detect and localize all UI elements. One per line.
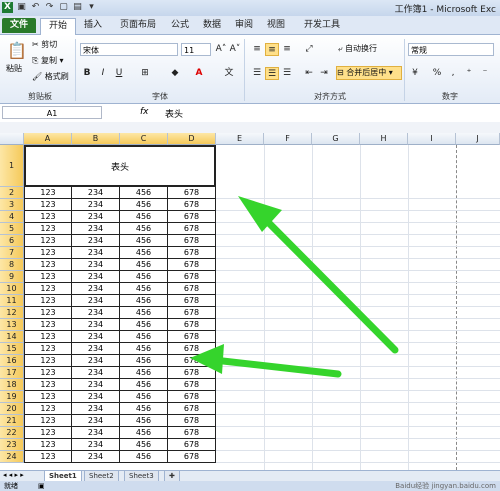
status-text: 就绪 (4, 482, 18, 490)
annotation-arrow-lower (190, 344, 342, 378)
status-bar: 就绪 ▣ Baidu经验 jingyan.baidu.com (0, 481, 500, 491)
macro-record-icon[interactable]: ▣ (38, 481, 45, 491)
annotation-arrows (190, 196, 399, 378)
watermark: Baidu经验 jingyan.baidu.com (395, 482, 496, 490)
sheet-nav-icon[interactable]: ◂ ◂ ▸ ▸ (3, 471, 24, 479)
annotation-arrow-upper (238, 196, 399, 354)
